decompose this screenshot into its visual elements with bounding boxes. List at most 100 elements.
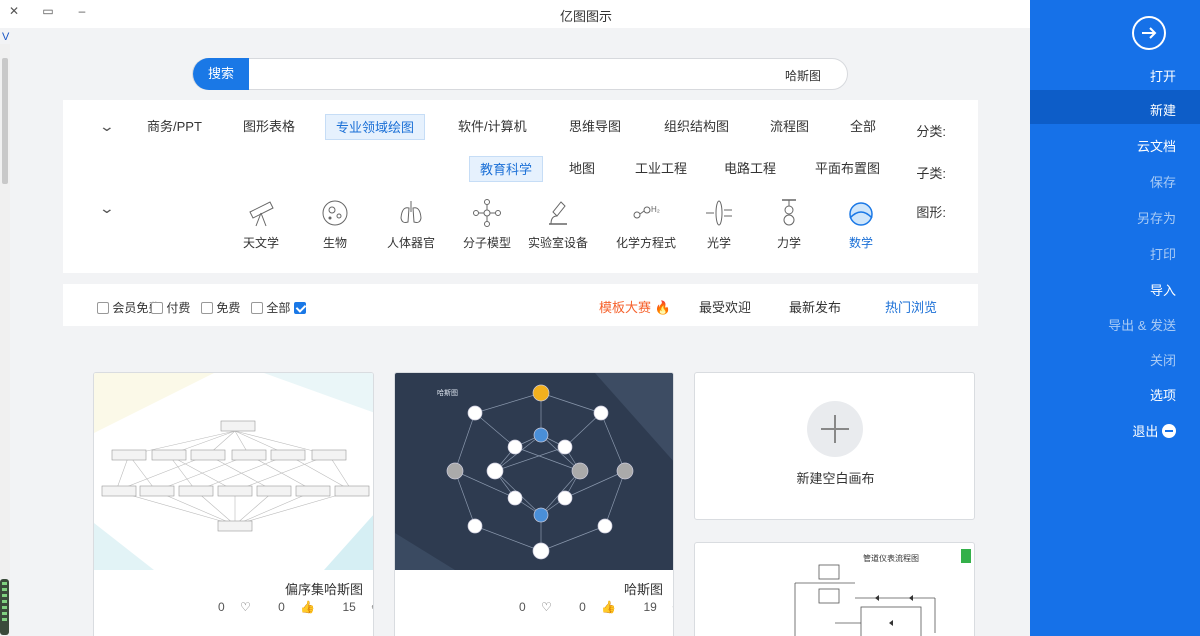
view-count: 19 👁	[631, 600, 673, 614]
template-card[interactable]: 偏序集哈斯图 0 ♡ 0 👍 15 👁	[93, 372, 374, 636]
subcategory-chip[interactable]: 电路工程	[714, 156, 786, 182]
like-count: 0 👍	[579, 600, 617, 614]
sidebar-item-export[interactable]: 导出 & 发送	[1108, 315, 1176, 334]
arrow-right-circle-icon[interactable]	[1132, 16, 1166, 50]
checkbox-box[interactable]	[151, 302, 163, 314]
shape-lab-equipment[interactable]: 实验室设备	[523, 198, 593, 251]
thumbs-up-icon[interactable]: 👍	[601, 600, 616, 614]
new-blank-canvas-card[interactable]: 新建空白画布	[694, 372, 975, 520]
lungs-icon	[400, 201, 422, 223]
subcategory-chip[interactable]: 平面布置图	[805, 156, 890, 182]
sidebar-item-exit[interactable]: 退出	[1132, 421, 1176, 440]
heart-icon[interactable]: ♡	[541, 600, 552, 614]
subcategory-chip[interactable]: 工业工程	[625, 156, 697, 182]
checkbox-all[interactable]: 全部	[251, 299, 306, 316]
category-chip-active[interactable]: 专业领域绘图	[325, 114, 426, 140]
checkbox-paid[interactable]: 付费	[151, 299, 190, 316]
mechanics-icon	[782, 199, 796, 226]
checkbox-box[interactable]	[97, 302, 109, 314]
title-bar: ✕ ▭ – 亿图图示	[0, 0, 1030, 28]
search-button[interactable]: 搜索	[193, 58, 249, 90]
file-menu-sidebar: 打开 新建 云文档 保存 另存为 打印 导入 导出 & 发送 关闭 选项 退出	[1030, 0, 1200, 636]
sidebar-item-cloud[interactable]: 云文档	[1137, 136, 1176, 155]
sort-tab-latest[interactable]: 最新发布	[789, 297, 841, 316]
shape-name: 人体器官	[386, 236, 435, 250]
template-thumbnail: 哈斯图	[395, 373, 673, 570]
cell-icon	[322, 200, 348, 226]
minimize-icon[interactable]: –	[74, 4, 90, 18]
flame-icon: 🔥	[654, 300, 671, 315]
category-chip[interactable]: 图形表格	[233, 114, 305, 140]
thumbs-up-icon[interactable]: 👍	[300, 600, 315, 614]
category-chip[interactable]: 组织结构图	[654, 114, 739, 140]
checkbox-label: 付费	[166, 301, 191, 315]
microscope-icon	[549, 201, 567, 225]
category-chip[interactable]: 流程图	[760, 114, 819, 140]
sidebar-item-save-as[interactable]: 另存为	[1137, 208, 1176, 227]
grip-handle[interactable]	[0, 579, 9, 635]
template-stats: 0 ♡ 0 👍 15 👁	[194, 600, 373, 614]
shape-astronomy[interactable]: 天文学	[231, 198, 291, 251]
sidebar-item-print[interactable]: 打印	[1150, 244, 1176, 263]
chevron-down-icon[interactable]: ⌄	[99, 200, 115, 217]
template-card[interactable]: 哈斯图 哈斯图 0 ♡ 0 👍 19	[394, 372, 674, 636]
left-scrollbar[interactable]	[0, 44, 10, 636]
scrollbar-thumb[interactable]	[2, 58, 8, 184]
shape-biology[interactable]: 生物	[305, 198, 365, 251]
view-count: 15 👁	[330, 600, 373, 614]
sort-tab-hot[interactable]: 热门浏览	[885, 297, 937, 316]
subcategory-chip-active[interactable]: 教育科学	[469, 156, 544, 182]
checkbox-label: 全部	[266, 301, 291, 315]
svg-text:H₂: H₂	[651, 205, 660, 214]
shape-optics[interactable]: 光学	[689, 198, 749, 251]
eye-icon: 👁	[371, 600, 373, 614]
sidebar-item-new[interactable]: 新建	[1150, 100, 1176, 119]
sidebar-item-open[interactable]: 打开	[1150, 66, 1176, 85]
chevron-down-icon[interactable]: ⌄	[99, 118, 115, 135]
checkbox-box[interactable]	[201, 302, 213, 314]
new-blank-label: 新建空白画布	[796, 471, 875, 486]
sidebar-item-import[interactable]: 导入	[1150, 280, 1176, 299]
shape-name: 光学	[706, 236, 731, 250]
search-input[interactable]: 哈斯图	[785, 67, 821, 84]
template-name: 偏序集哈斯图	[284, 582, 363, 597]
plus-icon[interactable]	[807, 401, 863, 457]
template-card[interactable]: 管道仪表流程图	[694, 542, 975, 636]
shape-chemistry[interactable]: H₂ 化学方程式	[611, 198, 681, 251]
eye-icon: 👁	[672, 600, 673, 614]
filter-panel: ⌄ 商务/PPT 图形表格 专业领域绘图 软件/计算机 思维导图 组织结构图 流…	[63, 100, 978, 273]
checkbox-free[interactable]: 免费	[201, 299, 240, 316]
shape-math[interactable]: 数学	[831, 198, 891, 251]
thumbnail-title: 管道仪表流程图	[863, 553, 919, 563]
category-chip[interactable]: 全部	[840, 114, 886, 140]
category-chip[interactable]: 软件/计算机	[448, 114, 537, 140]
category-chip[interactable]: 商务/PPT	[137, 114, 212, 140]
telescope-icon	[249, 201, 274, 227]
shape-molecule[interactable]: 分子模型	[457, 198, 517, 251]
main-content: 搜索 哈斯图 ⌄ 商务/PPT 图形表格 专业领域绘图 软件/计算机 思维导图 …	[10, 28, 1030, 636]
shape-mechanics[interactable]: 力学	[759, 198, 819, 251]
pid-diagram-thumbnail: 管道仪表流程图	[794, 549, 971, 636]
template-name: 哈斯图	[623, 582, 663, 597]
heart-icon[interactable]: ♡	[240, 600, 251, 614]
subcategory-chip[interactable]: 地图	[559, 156, 605, 182]
template-thumbnail	[94, 373, 373, 570]
checkbox-box[interactable]	[251, 302, 263, 314]
sidebar-item-save[interactable]: 保存	[1150, 172, 1176, 191]
sidebar-item-close[interactable]: 关闭	[1150, 350, 1176, 369]
shape-name: 天文学	[242, 236, 279, 250]
shape-organs[interactable]: 人体器官	[381, 198, 441, 251]
sort-tab-popular[interactable]: 最受欢迎	[699, 297, 751, 316]
checkbox-checked[interactable]	[293, 302, 306, 314]
app-window: ✕ ▭ – 亿图图示 VC ▾ 搜索 哈斯图 ⌄ 商务/PPT 图形表格 专业领…	[0, 0, 1200, 636]
category-chip[interactable]: 思维导图	[559, 114, 631, 140]
close-icon[interactable]: ✕	[6, 4, 22, 18]
restore-icon[interactable]: ▭	[40, 4, 56, 18]
category-label: 分类:	[916, 124, 946, 139]
shape-name: 数学	[848, 236, 873, 250]
sidebar-item-options[interactable]: 选项	[1150, 385, 1176, 404]
template-stats: 0 ♡ 0 👍 19 👁	[495, 600, 673, 614]
sort-tab-contest[interactable]: 模板大赛 🔥	[599, 297, 671, 316]
favorite-count: 0 ♡	[519, 600, 552, 614]
minus-circle-icon	[1162, 424, 1176, 438]
